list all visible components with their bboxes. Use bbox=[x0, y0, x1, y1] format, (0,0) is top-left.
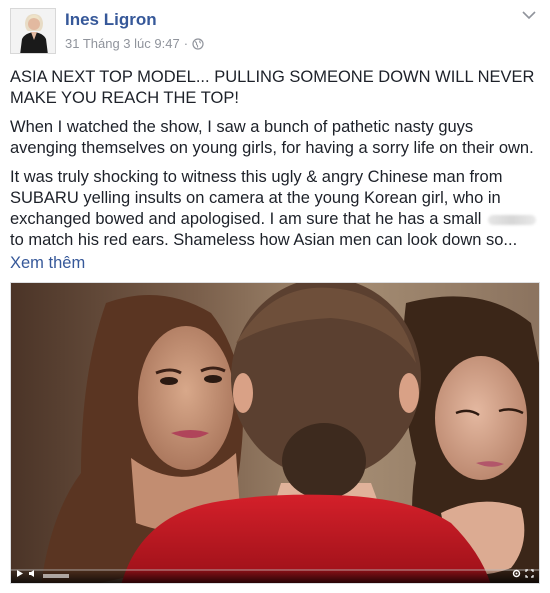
paragraph-3-text-b: to match his red ears. Shameless how Asi… bbox=[10, 231, 518, 249]
see-more-label[interactable]: Xem thêm bbox=[10, 254, 85, 272]
paragraph-3-text-a: It was truly shocking to witness this ug… bbox=[10, 168, 503, 228]
post-paragraph-headline: ASIA NEXT TOP MODEL... PULLING SOMEONE D… bbox=[10, 68, 535, 107]
chevron-down-icon[interactable] bbox=[520, 8, 538, 22]
post-paragraph-3: It was truly shocking to witness this ug… bbox=[10, 167, 540, 251]
avatar[interactable] bbox=[10, 8, 56, 54]
see-more-link[interactable]: Xem thêm bbox=[10, 253, 540, 274]
volume-slider[interactable] bbox=[43, 574, 69, 578]
post-header: Ines Ligron 31 Tháng 3 lúc 9:47 · bbox=[10, 8, 540, 58]
post-meta: 31 Tháng 3 lúc 9:47 · bbox=[65, 36, 204, 51]
video-frame bbox=[11, 283, 539, 583]
fullscreen-icon[interactable] bbox=[525, 569, 534, 581]
timestamp[interactable]: 31 Tháng 3 lúc 9:47 bbox=[65, 36, 180, 51]
facebook-post: Ines Ligron 31 Tháng 3 lúc 9:47 · ASIA N… bbox=[0, 0, 550, 593]
author-name[interactable]: Ines Ligron bbox=[65, 10, 157, 30]
settings-icon[interactable] bbox=[512, 569, 521, 581]
censored-word bbox=[488, 214, 537, 225]
video-controls bbox=[11, 569, 539, 583]
globe-icon[interactable] bbox=[192, 37, 204, 50]
post-paragraph-2: When I watched the show, I saw a bunch o… bbox=[10, 118, 534, 157]
post-body: ASIA NEXT TOP MODEL... PULLING SOMEONE D… bbox=[10, 67, 540, 282]
video-player[interactable] bbox=[10, 282, 540, 584]
volume-icon[interactable] bbox=[28, 569, 37, 581]
play-icon[interactable] bbox=[16, 569, 24, 581]
meta-separator: · bbox=[183, 36, 189, 51]
